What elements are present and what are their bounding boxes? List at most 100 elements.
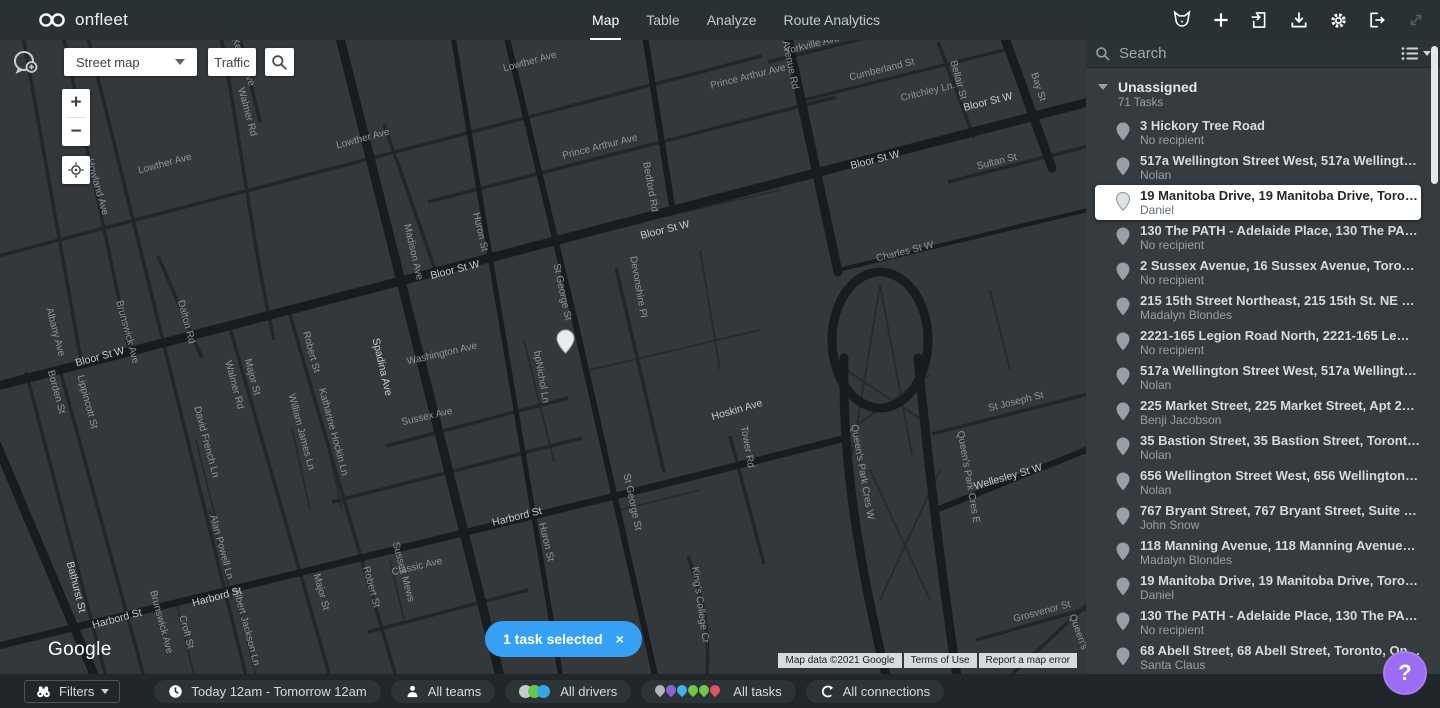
import-icon[interactable] [1248,8,1272,32]
street-label: Major St [311,573,331,612]
tab-map[interactable]: Map [592,0,619,40]
map-type-dropdown[interactable]: Street map [64,48,197,76]
street-label: Lowther Ave [502,50,558,75]
logout-icon[interactable] [1365,8,1389,32]
tab-table[interactable]: Table [646,0,679,40]
street-label: Croft St [176,614,195,650]
help-button[interactable]: ? [1383,651,1427,695]
task-recipient: No recipient [1140,343,1426,357]
tab-analyze[interactable]: Analyze [707,0,757,40]
task-pin-icon [1116,297,1130,321]
street-label: Madison Ave [401,223,425,281]
list-view-toggle[interactable] [1401,46,1431,61]
task-status-pins [655,687,720,695]
task-item[interactable]: 130 The PATH - Adelaide Place, 130 The P… [1086,605,1440,640]
group-unassigned[interactable]: Unassigned 71 Tasks [1086,68,1440,115]
street-label: Brunswick Ave [113,299,140,364]
task-item[interactable]: 2 Sussex Avenue, 16 Sussex Avenue, Toro…… [1086,255,1440,290]
terms-of-use-link[interactable]: Terms of Use [904,653,977,668]
street-label: Huron St [470,212,490,253]
teams-filter[interactable]: All teams [391,680,495,703]
street-label: Major St [242,358,262,397]
task-item[interactable]: 215 15th Street Northeast, 215 15th St. … [1086,290,1440,325]
street-label: Sussex Ave [400,406,453,428]
feedback-chat-icon[interactable] [10,48,40,78]
street-label: St Joseph St [987,390,1045,414]
map-search-button[interactable] [265,48,294,76]
task-recipient: No recipient [1140,273,1426,287]
street-label: Bay St [1028,71,1048,102]
date-range-filter[interactable]: Today 12am - Tomorrow 12am [154,680,380,703]
street-label: Spadina Ave [370,337,395,397]
export-download-icon[interactable] [1287,8,1311,32]
zoom-out-button[interactable]: − [62,118,90,146]
task-item[interactable]: 517a Wellington Street West, 517a Wellin… [1086,360,1440,395]
task-item[interactable]: 225 Market Street, 225 Market Street, Ap… [1086,395,1440,430]
report-map-error-link[interactable]: Report a map error [979,653,1077,668]
fox-icon[interactable] [1170,8,1194,32]
task-item[interactable]: 118 Manning Avenue, 118 Manning Avenue… … [1086,535,1440,570]
street-label: St George St [621,473,644,532]
street-label: Albert Jackson Ln [230,587,261,667]
zoom-in-button[interactable]: + [62,89,90,117]
task-selected-pill[interactable]: 1 task selected × [485,621,642,657]
logo-text: onfleet [75,10,128,30]
task-sidebar: Unassigned 71 Tasks 3 Hickory Tree Road … [1086,40,1440,674]
task-recipient: Nolan [1140,168,1426,182]
street-label: Sussex Mews [390,541,417,603]
map-canvas[interactable]: Kendal AveWalmer RdLowther AvePrince Art… [0,40,1086,674]
task-item[interactable]: 19 Manitoba Drive, 19 Manitoba Drive, To… [1086,570,1440,605]
street-label: Prince Arthur Ave [561,132,638,161]
settings-gear-icon[interactable] [1326,8,1350,32]
resize-diagonal-icon[interactable] [1404,8,1428,32]
task-title: 2221-165 Legion Road North, 2221-165 Le… [1140,328,1422,343]
street-label: Queen's Park Cres E [954,430,981,524]
connections-filter[interactable]: All connections [806,680,944,703]
traffic-button[interactable]: Traffic [208,48,256,76]
task-scroll-area[interactable]: Unassigned 71 Tasks 3 Hickory Tree Road … [1086,68,1440,674]
street-label: Katharine Hockin Ln [316,387,350,477]
task-pin-icon [1116,122,1130,146]
street-label: Albany Ave [43,306,67,357]
task-recipient: Daniel [1140,203,1407,217]
task-pin-icon [1116,612,1130,636]
task-pin-icon [1116,262,1130,286]
tab-route-analytics[interactable]: Route Analytics [784,0,881,40]
clock-icon [168,684,183,699]
task-item[interactable]: 35 Bastion Street, 35 Bastion Street, To… [1086,430,1440,465]
map-type-value: Street map [76,55,140,70]
infinity-icon [38,12,66,28]
task-item[interactable]: 656 Wellington Street West, 656 Wellingt… [1086,465,1440,500]
task-item[interactable]: 2221-165 Legion Road North, 2221-165 Le…… [1086,325,1440,360]
street-label: Cumberland St [848,57,915,84]
scrollbar-thumb[interactable] [1431,46,1438,184]
street-label: Robert St [300,330,322,374]
task-recipient: Madalyn Blondes [1140,553,1426,567]
drivers-filter[interactable]: All drivers [505,680,631,703]
filters-button[interactable]: Filters [24,680,120,703]
search-input[interactable] [1119,45,1393,62]
task-title: 517a Wellington Street West, 517a Wellin… [1140,153,1422,168]
task-item[interactable]: 3 Hickory Tree Road No recipient [1086,115,1440,150]
task-item[interactable]: 130 The PATH - Adelaide Place, 130 The P… [1086,220,1440,255]
task-recipient: No recipient [1140,238,1426,252]
selected-task-map-pin[interactable] [556,329,575,359]
my-location-button[interactable] [62,156,90,184]
collapse-triangle-icon[interactable] [1098,84,1108,90]
street-label: King's College Cr [689,566,711,644]
task-item[interactable]: 767 Bryant Street, 767 Bryant Street, Su… [1086,500,1440,535]
task-pin-icon [1116,332,1130,356]
street-label: Bloor St W [429,258,481,282]
task-item[interactable]: 517a Wellington Street West, 517a Wellin… [1086,150,1440,185]
driver-status-dots [519,685,546,698]
create-plus-icon[interactable] [1209,8,1233,32]
close-icon[interactable]: × [616,631,624,647]
task-title: 2 Sussex Avenue, 16 Sussex Avenue, Toro… [1140,258,1422,273]
task-title: 215 15th Street Northeast, 215 15th St. … [1140,293,1422,308]
task-pin-icon [1116,542,1130,566]
street-label: William James Ln [286,393,317,472]
task-item[interactable]: 19 Manitoba Drive, 19 Manitoba Drive, To… [1095,185,1421,220]
tasks-filter[interactable]: All tasks [641,680,795,703]
task-title: 19 Manitoba Drive, 19 Manitoba Drive, To… [1140,188,1422,203]
street-label: Washington Ave [406,341,478,368]
